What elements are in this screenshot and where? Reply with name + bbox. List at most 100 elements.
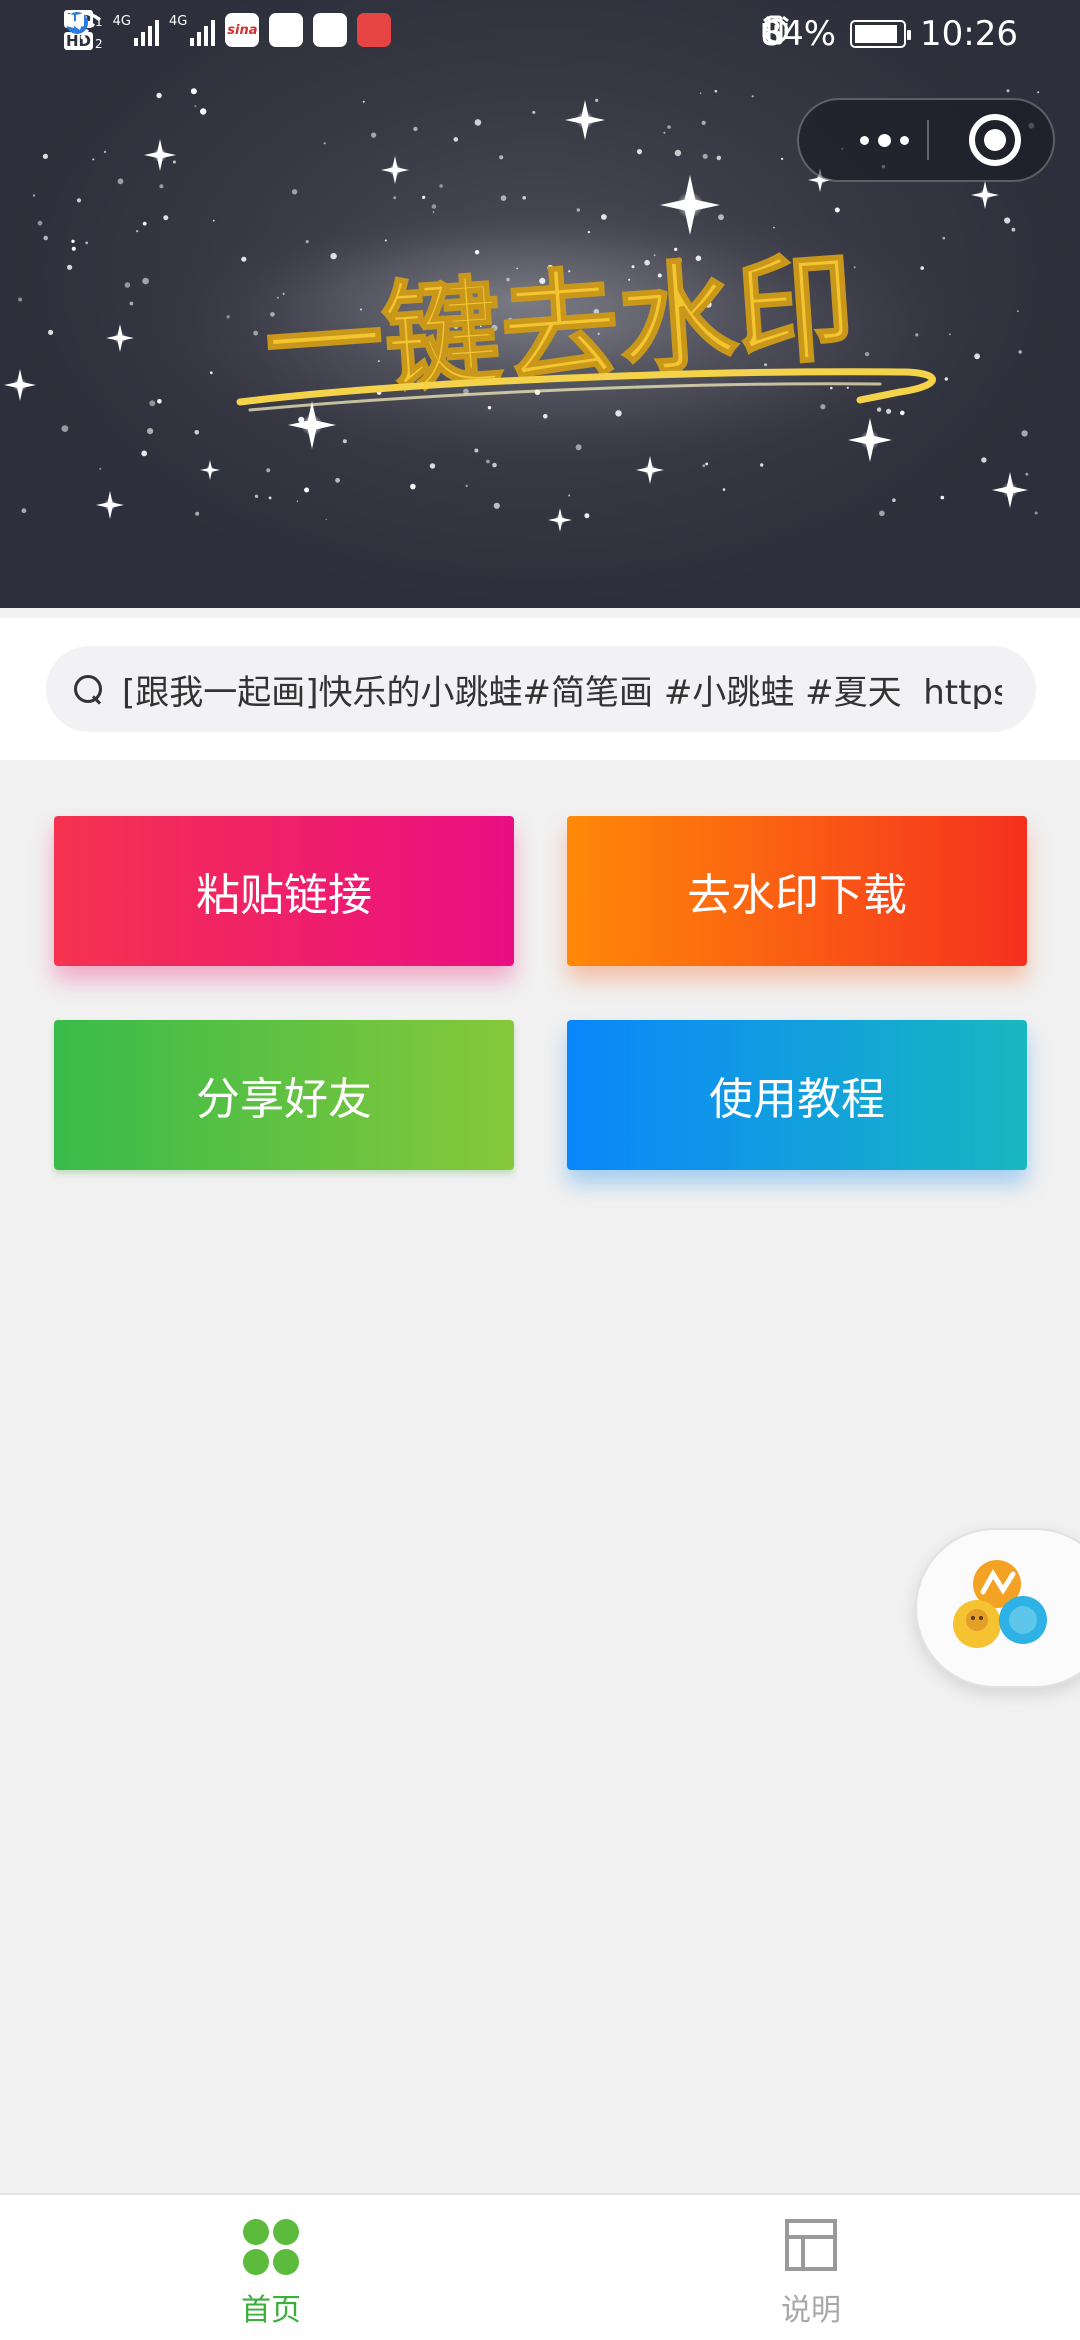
share-friends-button[interactable]: 分享好友 <box>54 1020 514 1170</box>
refresh-app-icon <box>66 12 304 47</box>
star-dot <box>493 502 500 509</box>
star-dot <box>194 105 197 108</box>
star-dot <box>1037 91 1040 94</box>
star-dot <box>830 386 833 390</box>
star-dot <box>61 425 69 432</box>
star-dot <box>85 241 89 245</box>
floating-promo-widget[interactable] <box>915 1528 1080 1688</box>
star-dot <box>568 494 571 497</box>
star-dot <box>575 444 582 451</box>
sparkle-glow <box>113 331 127 345</box>
remove-watermark-download-button[interactable]: 去水印下载 <box>567 816 1027 966</box>
star-dot <box>944 377 948 381</box>
star-dot <box>195 511 200 516</box>
sparkle-glow <box>205 465 215 475</box>
star-dot <box>194 430 200 435</box>
tutorial-button[interactable]: 使用教程 <box>567 1020 1027 1170</box>
star-dot <box>920 266 924 270</box>
star-dot <box>157 399 162 404</box>
star-dot <box>71 246 76 251</box>
link-input[interactable] <box>122 669 1002 709</box>
star-dot <box>124 282 131 288</box>
star-dot <box>147 428 154 435</box>
star-dot <box>136 230 139 233</box>
app-root: 一键去水印 HD1 HD2 4G 4G <box>0 0 1080 2340</box>
star-dot <box>48 329 54 335</box>
home-clover-icon <box>243 2219 299 2275</box>
star-dot <box>410 483 416 490</box>
star-dot <box>699 92 702 95</box>
star-dot <box>915 333 919 337</box>
star-dot <box>190 88 197 95</box>
clock-time: 10:26 <box>920 14 1018 54</box>
star-dot <box>156 92 162 99</box>
star-dot <box>940 495 945 500</box>
star-dot <box>453 137 459 142</box>
battery-icon <box>850 20 912 48</box>
sparkle-glow <box>978 188 992 202</box>
star-dot <box>714 89 718 93</box>
star-dot <box>323 142 326 145</box>
star-dot <box>384 239 387 242</box>
star-dot <box>595 98 599 102</box>
star-dot <box>99 467 102 470</box>
star-dot <box>432 211 435 213</box>
star-dot <box>702 464 706 468</box>
star-dot <box>305 240 309 244</box>
search-box[interactable] <box>46 646 1036 732</box>
tab-home[interactable]: 首页 <box>171 2195 371 2340</box>
star-dot <box>37 220 43 226</box>
star-dot <box>760 463 764 467</box>
star-dot <box>18 297 23 302</box>
star-dot <box>291 189 298 195</box>
star-dot <box>584 513 590 519</box>
capsule-divider <box>927 120 929 160</box>
banner: 一键去水印 HD1 HD2 4G 4G <box>0 0 1080 608</box>
star-dot <box>636 149 643 155</box>
star-dot <box>76 198 82 203</box>
star-dot <box>722 488 726 491</box>
star-dot <box>948 333 951 336</box>
star-dot <box>1004 217 1011 224</box>
miniprogram-capsule <box>797 98 1055 182</box>
tab-help[interactable]: 说明 <box>711 2195 911 2340</box>
star-dot <box>474 448 479 453</box>
more-menu-button[interactable] <box>829 100 939 180</box>
sparkle-glow <box>388 163 402 177</box>
star-dot <box>325 518 328 521</box>
star-dot <box>159 184 164 189</box>
star-dot <box>486 459 490 464</box>
sparkle-glow <box>152 147 168 163</box>
paste-link-button[interactable]: 粘贴链接 <box>54 816 514 966</box>
star-dot <box>702 153 708 159</box>
star-dot <box>674 149 682 157</box>
star-dot <box>43 235 48 241</box>
signal-icon-1: 4G <box>113 14 160 46</box>
star-dot <box>209 371 213 375</box>
star-dot <box>226 315 230 319</box>
close-target-icon[interactable] <box>969 114 1021 166</box>
star-dot <box>892 498 896 503</box>
star-dot <box>362 100 365 103</box>
star-dot <box>532 110 536 114</box>
star-dot <box>117 178 124 185</box>
star-dot <box>335 477 340 483</box>
star-dot <box>751 95 754 98</box>
star-dot <box>705 462 709 466</box>
star-dot <box>1018 350 1022 354</box>
star-dot <box>487 406 492 410</box>
star-dot <box>492 462 497 468</box>
star-dot <box>716 155 722 161</box>
star-dot <box>268 496 272 500</box>
star-dot <box>266 468 271 473</box>
star-dot <box>67 264 73 270</box>
star-dot <box>864 351 870 357</box>
star-dot <box>942 236 946 240</box>
star-dot <box>900 410 905 416</box>
star-dot <box>141 450 148 457</box>
star-dot <box>781 157 784 160</box>
star-dot <box>820 404 826 410</box>
star-dot <box>543 413 548 419</box>
star-dot <box>701 120 706 125</box>
star-dot <box>371 132 377 138</box>
